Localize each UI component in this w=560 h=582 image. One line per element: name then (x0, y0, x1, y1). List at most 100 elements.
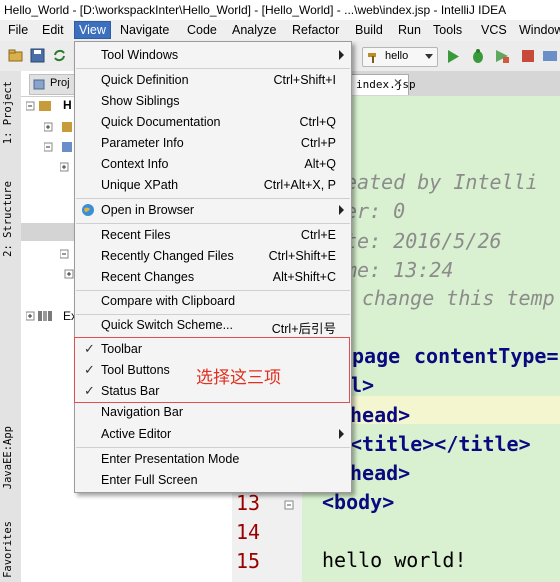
menu-item-label: Quick Documentation (101, 115, 221, 129)
run-configuration-selector[interactable]: hello (362, 47, 438, 67)
menu-item-recent-changes[interactable]: Recent Changes Alt+Shift+C (76, 267, 350, 288)
run-icon[interactable] (446, 49, 460, 64)
favorites-tool-tab[interactable]: Favorites (2, 521, 14, 578)
menu-item-navigation-bar[interactable]: Navigation Bar (76, 402, 350, 423)
hammer-icon (368, 53, 376, 63)
menu-item-shortcut: Ctrl+后引号 (271, 322, 336, 336)
tree-node-webinf[interactable] (64, 267, 74, 281)
code-content-type: contentType= (414, 344, 559, 368)
menu-item-active-editor[interactable]: Active Editor (76, 424, 350, 445)
menu-item-label: Enter Full Screen (101, 473, 198, 487)
editor-tab-label: index.jsp (356, 78, 416, 91)
fold-marker-icon[interactable] (284, 500, 294, 510)
selected-tree-row[interactable] (21, 223, 74, 241)
debug-icon[interactable] (470, 48, 486, 64)
code-body-tag: <body> (322, 490, 395, 514)
structure-tool-tab[interactable]: 2: Structure (2, 181, 14, 257)
menu-separator (76, 223, 350, 224)
menu-item-show-siblings[interactable]: Show Siblings (76, 91, 350, 112)
menu-item-quick-documentation[interactable]: Quick Documentation Ctrl+Q (76, 112, 350, 133)
menu-item-label: Active Editor (101, 427, 172, 441)
submenu-arrow-icon (339, 429, 344, 439)
menu-window[interactable]: Window (519, 23, 560, 37)
tree-node-child[interactable] (60, 160, 74, 174)
menu-item-shortcut: Ctrl+Shift+I (273, 73, 336, 87)
line-number: 13 (236, 491, 261, 515)
code-html-tag: l> (350, 373, 375, 397)
menu-item-shortcut: Ctrl+P (300, 136, 336, 150)
menu-view[interactable]: View (74, 21, 111, 39)
coverage-icon[interactable] (494, 48, 510, 64)
save-icon[interactable] (30, 48, 45, 63)
menu-item-enter-full-screen[interactable]: Enter Full Screen (76, 470, 350, 491)
menu-item-tool-windows[interactable]: Tool Windows (76, 45, 350, 66)
stop-icon[interactable] (520, 48, 536, 64)
menu-refactor[interactable]: Refactor (292, 23, 339, 37)
menu-item-label: Navigation Bar (101, 405, 183, 419)
code-comment-line: eated by Intelli (345, 170, 538, 194)
code-comment-line: change this temp (362, 286, 555, 310)
line-number: 15 (236, 549, 261, 573)
menu-navigate[interactable]: Navigate (120, 23, 169, 37)
external-libraries-node[interactable] (26, 309, 62, 323)
menu-file[interactable]: File (8, 23, 28, 37)
menu-item-shortcut: Alt+Q (304, 157, 336, 171)
menu-item-label: Recently Changed Files (101, 249, 234, 263)
menu-item-label: Recent Files (101, 228, 171, 242)
open-folder-icon[interactable] (8, 48, 23, 63)
menu-item-label: Show Siblings (101, 94, 180, 108)
project-icon (33, 79, 45, 90)
left-tool-strip: 1: Project 2: Structure JavaEE:App Favor… (0, 71, 22, 582)
title-bar: Hello_World - [D:\workspackInter\Hello_W… (0, 0, 560, 21)
menu-item-shortcut: Ctrl+E (300, 228, 336, 242)
menu-tools[interactable]: Tools (433, 23, 462, 37)
project-root-label[interactable]: H (63, 98, 72, 112)
menu-analyze[interactable]: Analyze (232, 23, 276, 37)
browser-globe-icon (82, 204, 94, 216)
menu-item-quick-definition[interactable]: Quick Definition Ctrl+Shift+I (76, 70, 350, 91)
menu-item-shortcut: Ctrl+Shift+E (268, 249, 336, 263)
tree-node-web[interactable] (60, 247, 74, 261)
menu-item-enter-presentation-mode[interactable]: Enter Presentation Mode (76, 449, 350, 470)
build-icon[interactable] (542, 48, 558, 64)
tree-node-idea[interactable] (44, 120, 74, 134)
menu-item-label: Tool Windows (101, 48, 179, 62)
code-comment-line: me: 13:24 (345, 258, 454, 282)
javaee-tool-tab[interactable]: JavaEE:App (2, 426, 14, 489)
annotation-label: 选择这三项 (196, 368, 281, 387)
menu-item-label: Quick Definition (101, 73, 189, 87)
menu-edit[interactable]: Edit (42, 23, 64, 37)
menu-item-context-info[interactable]: Context Info Alt+Q (76, 154, 350, 175)
menu-separator (76, 447, 350, 448)
menu-item-shortcut: Ctrl+Alt+X, P (263, 178, 336, 192)
tree-node-src[interactable] (44, 140, 74, 154)
menu-item-open-in-browser[interactable]: Open in Browser (76, 200, 350, 221)
run-config-label: hello (385, 50, 409, 62)
code-comment-line: te: 2016/5/26 (345, 229, 502, 253)
editor-tab-index-jsp[interactable]: index.jsp ✕ (345, 74, 416, 95)
menu-separator (76, 198, 350, 199)
menu-bar: File Edit View Navigate Code Analyze Ref… (0, 20, 560, 42)
code-head-close: head> (350, 461, 411, 485)
close-tab-icon[interactable]: ✕ (393, 76, 403, 90)
view-menu-dropdown: Tool Windows Quick Definition Ctrl+Shift… (74, 41, 352, 493)
project-tool-tab[interactable]: 1: Project (2, 81, 14, 144)
menu-item-unique-xpath[interactable]: Unique XPath Ctrl+Alt+X, P (76, 175, 350, 196)
submenu-arrow-icon (339, 50, 344, 60)
menu-item-compare-with-clipboard[interactable]: Compare with Clipboard (76, 291, 350, 312)
menu-item-recently-changed-files[interactable]: Recently Changed Files Ctrl+Shift+E (76, 246, 350, 267)
menu-item-label: Compare with Clipboard (101, 294, 236, 308)
menu-vcs[interactable]: VCS (481, 23, 507, 37)
code-title-tag: <title></title> (350, 432, 531, 456)
menu-code[interactable]: Code (187, 23, 217, 37)
menu-build[interactable]: Build (355, 23, 383, 37)
menu-separator (76, 68, 350, 69)
menu-item-quick-switch-scheme[interactable]: Quick Switch Scheme... Ctrl+后引号 (76, 315, 350, 336)
chevron-down-icon (425, 54, 433, 59)
menu-run[interactable]: Run (398, 23, 421, 37)
menu-item-parameter-info[interactable]: Parameter Info Ctrl+P (76, 133, 350, 154)
sync-icon[interactable] (52, 48, 67, 63)
menu-item-shortcut: Alt+Shift+C (272, 270, 336, 284)
menu-item-recent-files[interactable]: Recent Files Ctrl+E (76, 225, 350, 246)
line-number: 14 (236, 520, 261, 544)
